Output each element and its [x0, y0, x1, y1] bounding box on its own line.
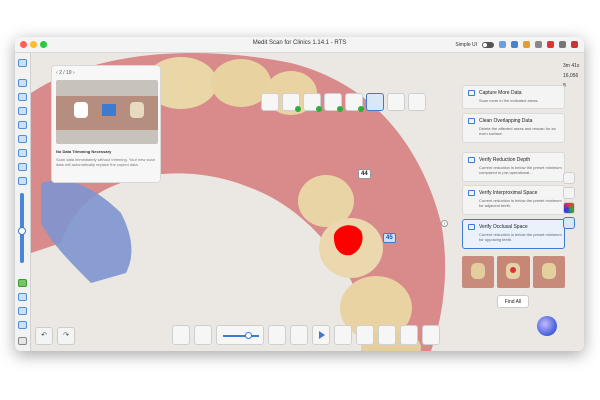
trim-tool-button[interactable] [194, 325, 212, 345]
tooth-label-44[interactable]: 44 [358, 169, 371, 179]
app-window: Medit Scan for Clinics 1.14.1 - RTS Simp… [15, 37, 584, 351]
check-icon [316, 106, 322, 112]
record-icon[interactable] [547, 41, 554, 48]
bite-scan-button[interactable] [345, 93, 364, 112]
scan-time: 3m 41s [563, 63, 580, 69]
shield-icon[interactable] [511, 41, 518, 48]
left-toolbar [15, 53, 31, 351]
title-bar: Medit Scan for Clinics 1.14.1 - RTS Simp… [15, 37, 584, 53]
task-verify-reduction-depth[interactable]: Verify Reduction Depth Current reduction… [462, 152, 565, 182]
camera-icon [468, 90, 475, 96]
lower-jaw-icon[interactable] [18, 107, 27, 115]
occlusal-icon [468, 224, 475, 230]
task-capture-more-data[interactable]: Capture More Data Scan more in the indic… [462, 85, 565, 109]
analysis-button[interactable] [366, 93, 384, 111]
scan-stats: 3m 41s 16,056 8 [563, 61, 579, 91]
check-icon [358, 106, 364, 112]
rotate-icon[interactable] [563, 187, 575, 199]
guide-preview-image [56, 80, 158, 144]
eraser-icon [468, 118, 475, 124]
filter-slider-track[interactable] [18, 193, 26, 263]
prep-scan-button[interactable] [303, 93, 322, 112]
scan-stage-icon[interactable] [18, 79, 27, 87]
tooth-label-45[interactable]: 45 [383, 233, 396, 243]
forward-button[interactable]: ↷ [57, 327, 75, 345]
task-clean-overlapping-data[interactable]: Clean Overlapping Data Delete the affect… [462, 113, 565, 143]
guide-page-indicator: ‹ 2 / 19 › [56, 70, 75, 76]
layers-icon[interactable] [563, 217, 575, 229]
gum-highlight-region [41, 180, 132, 283]
settings-gear-icon[interactable] [18, 337, 27, 345]
occlusal-thumbnails [462, 256, 565, 288]
play-icon [319, 331, 325, 339]
denture-icon[interactable] [18, 177, 27, 185]
camera-view-icon[interactable] [563, 172, 575, 184]
status-green-icon[interactable] [18, 279, 27, 287]
lower-scan-button[interactable] [324, 93, 343, 112]
thumbnail-2[interactable] [497, 256, 530, 288]
menu-icon[interactable] [18, 59, 27, 67]
edit-tool-button[interactable] [261, 93, 279, 111]
guide-body: Scan data immediately without trimming. … [56, 157, 155, 167]
next-page-icon[interactable]: › [72, 70, 75, 76]
upper-jaw-icon[interactable] [18, 93, 27, 101]
range-slider-handle[interactable] [245, 332, 252, 339]
layout-icon[interactable] [559, 41, 566, 48]
scan-count: 16,056 [563, 73, 579, 79]
measure-button[interactable] [356, 325, 374, 345]
guide-heading: No Data Trimming Necessary [56, 149, 112, 154]
titlebar-controls: Simple UI [455, 39, 578, 50]
depth-icon [468, 157, 475, 163]
collapse-panel-button[interactable]: ‹ [441, 220, 448, 227]
bite-icon[interactable] [18, 121, 27, 129]
search-button[interactable] [378, 325, 396, 345]
thumbnail-3[interactable] [532, 256, 565, 288]
screen-icon[interactable] [535, 41, 542, 48]
complete-button[interactable] [408, 93, 426, 111]
find-all-button[interactable]: Find All [497, 295, 529, 308]
tooth-tool-button[interactable] [268, 325, 286, 345]
tools-icon[interactable] [18, 307, 27, 315]
help-icon[interactable] [18, 321, 27, 329]
check-icon [337, 106, 343, 112]
right-toolbar [563, 172, 575, 229]
ai-assistant-icon[interactable] [537, 316, 557, 336]
guide-panel: ‹ 2 / 19 › No Data Trimming Necessary Sc… [51, 65, 161, 183]
zoom-button[interactable] [387, 93, 405, 111]
interproximal-icon [468, 190, 475, 196]
model-icon[interactable] [18, 163, 27, 171]
jaw-scan-button[interactable] [282, 93, 301, 112]
simple-ui-toggle[interactable] [482, 41, 494, 48]
scan-tool-button[interactable] [172, 325, 190, 345]
filter-range-slider[interactable] [216, 325, 264, 345]
back-button[interactable]: ↶ [35, 327, 53, 345]
task-verify-interproximal-space[interactable]: Verify Interproximal Space Current reduc… [462, 185, 565, 215]
bell-icon[interactable] [523, 41, 530, 48]
prep-icon[interactable] [18, 135, 27, 143]
thumbnail-1[interactable] [462, 256, 495, 288]
check-icon [295, 106, 301, 112]
ai-tool-button[interactable] [290, 325, 308, 345]
top-toolbar [261, 93, 426, 112]
scan-number: 8 [563, 81, 579, 91]
settings-icon[interactable] [499, 41, 506, 48]
lock-button[interactable] [334, 325, 352, 345]
color-mode-icon[interactable] [563, 202, 575, 214]
delete-button[interactable] [400, 325, 418, 345]
simple-ui-label: Simple UI [455, 41, 477, 48]
close-app-icon[interactable] [571, 41, 578, 48]
export-button[interactable] [422, 325, 440, 345]
abutment-icon[interactable] [18, 149, 27, 157]
history-icon[interactable] [18, 293, 27, 301]
bottom-toolbar [172, 325, 440, 351]
filter-slider-handle[interactable] [18, 227, 26, 235]
arrow-right-icon [102, 104, 116, 116]
task-verify-occlusal-space[interactable]: Verify Occlusal Space Current reduction … [462, 219, 565, 249]
play-button[interactable] [312, 325, 330, 345]
